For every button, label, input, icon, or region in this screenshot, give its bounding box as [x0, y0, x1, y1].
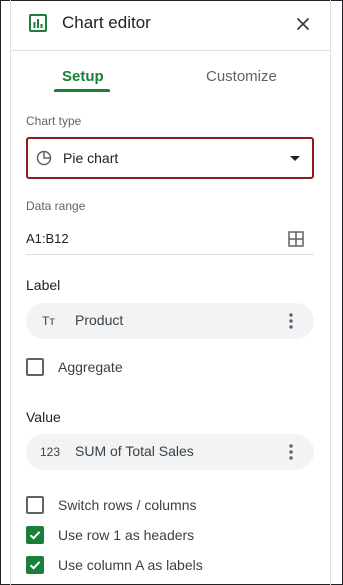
label-chip-text: Product [75, 312, 124, 328]
tab-customize[interactable]: Customize [206, 68, 277, 85]
value-chip-text: SUM of Total Sales [75, 443, 194, 459]
row-headers-checkbox[interactable] [26, 526, 44, 544]
switch-rows-columns-label: Switch rows / columns [58, 497, 197, 513]
close-icon[interactable] [293, 14, 313, 34]
active-tab-indicator [54, 89, 110, 92]
panel-divider-left [10, 0, 11, 585]
label-chip[interactable]: Tт Product [26, 303, 314, 339]
value-chip[interactable]: 123 SUM of Total Sales [26, 434, 314, 470]
panel-divider-right [330, 0, 331, 585]
chart-type-dropdown[interactable]: Pie chart [26, 137, 314, 179]
chart-type-label: Chart type [26, 114, 82, 128]
editor-title: Chart editor [62, 13, 151, 32]
checkmark-icon [29, 561, 41, 570]
number-type-icon: 123 [40, 445, 61, 459]
chart-icon [29, 14, 47, 32]
column-labels-label: Use column A as labels [58, 557, 203, 573]
data-range-label: Data range [26, 199, 86, 213]
switch-rows-columns-checkbox[interactable] [26, 496, 44, 514]
tab-setup[interactable]: Setup [62, 68, 104, 85]
aggregate-checkbox[interactable] [26, 358, 44, 376]
pie-chart-icon [36, 150, 52, 166]
grid-select-icon[interactable] [288, 231, 304, 247]
more-vert-icon[interactable] [283, 311, 299, 331]
data-range-underline [26, 254, 314, 255]
aggregate-label: Aggregate [58, 359, 123, 375]
data-range-input[interactable]: A1:B12 [26, 231, 266, 246]
label-section-title: Label [26, 277, 61, 293]
chevron-down-icon [290, 156, 300, 161]
more-vert-icon[interactable] [283, 442, 299, 462]
row-headers-label: Use row 1 as headers [58, 527, 195, 543]
value-section-title: Value [26, 409, 61, 425]
text-type-icon: Tт [42, 314, 55, 328]
column-labels-checkbox[interactable] [26, 556, 44, 574]
chart-type-value: Pie chart [63, 150, 119, 166]
editor-header: Chart editor [11, 0, 330, 51]
checkmark-icon [29, 531, 41, 540]
